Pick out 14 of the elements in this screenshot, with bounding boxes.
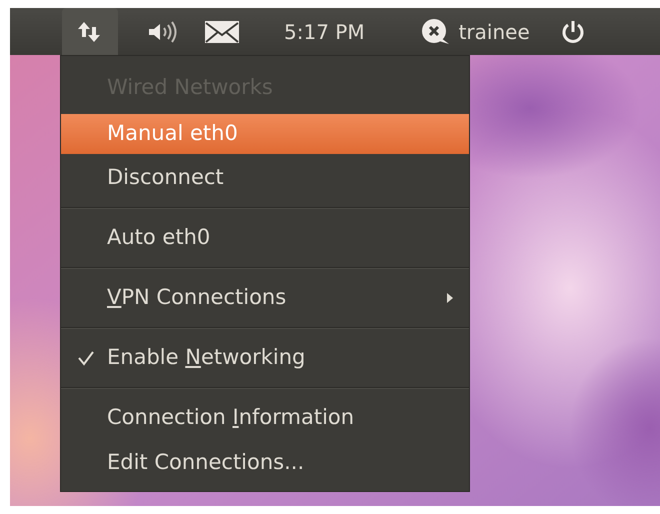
power-icon <box>560 18 586 44</box>
clock[interactable]: 5:17 PM <box>284 8 365 55</box>
envelope-icon <box>204 20 240 44</box>
user-name: trainee <box>458 18 530 46</box>
network-arrows-icon <box>77 20 103 42</box>
menu-item[interactable]: VPN Connections <box>61 274 469 322</box>
menu-item[interactable]: Edit Connections... <box>61 442 469 484</box>
status-x-icon <box>420 18 451 46</box>
network-indicator[interactable] <box>62 8 118 55</box>
menu-item[interactable]: Enable Networking <box>61 334 469 382</box>
menu-item[interactable]: Connection Information <box>61 394 469 442</box>
menu-item[interactable]: Disconnect <box>61 154 469 202</box>
user-indicator[interactable]: trainee <box>420 8 530 55</box>
menu-item[interactable]: Auto eth0 <box>61 214 469 262</box>
